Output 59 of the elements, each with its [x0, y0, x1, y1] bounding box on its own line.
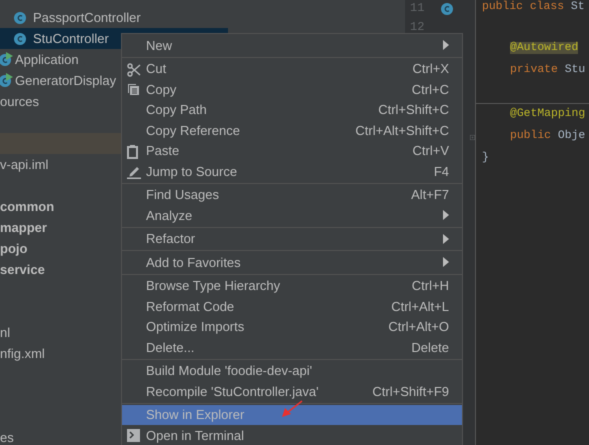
- shortcut-label: Delete: [411, 338, 449, 356]
- tree-item[interactable]: ources: [0, 92, 40, 112]
- tree-item[interactable]: common: [0, 196, 54, 216]
- shortcut-label: Ctrl+Shift+F9: [372, 382, 449, 400]
- tree-item[interactable]: nl: [0, 322, 10, 342]
- tree-item[interactable]: pojo: [0, 238, 28, 258]
- copy-icon: [127, 83, 140, 96]
- menu-item[interactable]: Build Module 'foodie-dev-api': [122, 360, 462, 381]
- code-line: @GetMapping: [509, 106, 586, 122]
- menu-item[interactable]: Copy Ctrl+C: [122, 79, 462, 100]
- class-icon: [13, 31, 28, 46]
- menu-item[interactable]: Find Usages Alt+F7: [122, 184, 462, 205]
- tree-item[interactable]: v-api.iml: [0, 154, 48, 174]
- shortcut-label: Ctrl+H: [412, 277, 449, 295]
- menu-item[interactable]: Paste Ctrl+V: [122, 140, 462, 161]
- menu-item[interactable]: Reformat Code Ctrl+Alt+L: [122, 296, 462, 316]
- submenu-arrow-icon: [443, 210, 449, 220]
- shortcut-label: Ctrl+Alt+O: [388, 318, 449, 336]
- shortcut-label: Ctrl+Shift+C: [378, 101, 449, 119]
- terminal-icon: [127, 429, 140, 442]
- tree-item[interactable]: mapper: [0, 218, 47, 238]
- shortcut-label: Ctrl+Alt+Shift+C: [355, 122, 449, 140]
- menu-item[interactable]: Add to Favorites: [122, 252, 462, 272]
- menu-item[interactable]: Optimize Imports Ctrl+Alt+O: [122, 316, 462, 337]
- class-icon: [440, 0, 455, 16]
- pencil-icon: [127, 165, 141, 179]
- shortcut-label: Ctrl+C: [412, 80, 449, 98]
- menu-item[interactable]: Copy Reference Ctrl+Alt+Shift+C: [122, 120, 462, 140]
- runnable-class-icon: [0, 52, 13, 67]
- scissors-icon: [127, 62, 141, 76]
- code-line: }: [482, 150, 489, 166]
- menu-item[interactable]: Browse Type Hierarchy Ctrl+H: [122, 276, 462, 296]
- runnable-class-icon: [0, 73, 13, 88]
- menu-item[interactable]: Open in Terminal: [122, 425, 462, 445]
- submenu-arrow-icon: [443, 234, 449, 244]
- menu-item[interactable]: Recompile 'StuController.java' Ctrl+Shift+F9: [122, 381, 462, 402]
- menu-item[interactable]: Refactor: [122, 228, 462, 249]
- tree-item[interactable]: PassportController: [0, 7, 228, 28]
- menu-item[interactable]: Copy Path Ctrl+Shift+C: [122, 100, 462, 120]
- shortcut-label: Ctrl+X: [412, 60, 449, 78]
- code-line: private Stu: [509, 62, 586, 78]
- shortcut-label: F4: [434, 162, 449, 180]
- tree-item[interactable]: service: [0, 260, 45, 280]
- code-line: public class St: [482, 0, 585, 16]
- clipboard-icon: [127, 144, 138, 158]
- menu-item[interactable]: Delete... Delete: [122, 337, 462, 358]
- menu-item[interactable]: Jump to Source F4: [122, 161, 462, 182]
- tree-item[interactable]: es: [0, 428, 14, 445]
- tree-item[interactable]: nfig.xml: [0, 344, 45, 364]
- menu-item[interactable]: Cut Ctrl+X: [122, 58, 462, 79]
- shortcut-label: Ctrl+Alt+L: [391, 298, 449, 316]
- submenu-arrow-icon: [443, 257, 449, 268]
- code-line: public Obje: [509, 128, 586, 144]
- menu-item[interactable]: Analyze: [122, 205, 462, 226]
- shortcut-label: Alt+F7: [411, 186, 449, 204]
- submenu-arrow-icon: [443, 40, 449, 50]
- class-icon: [13, 10, 28, 25]
- shortcut-label: Ctrl+V: [412, 142, 449, 160]
- arrow-icon: [281, 400, 303, 418]
